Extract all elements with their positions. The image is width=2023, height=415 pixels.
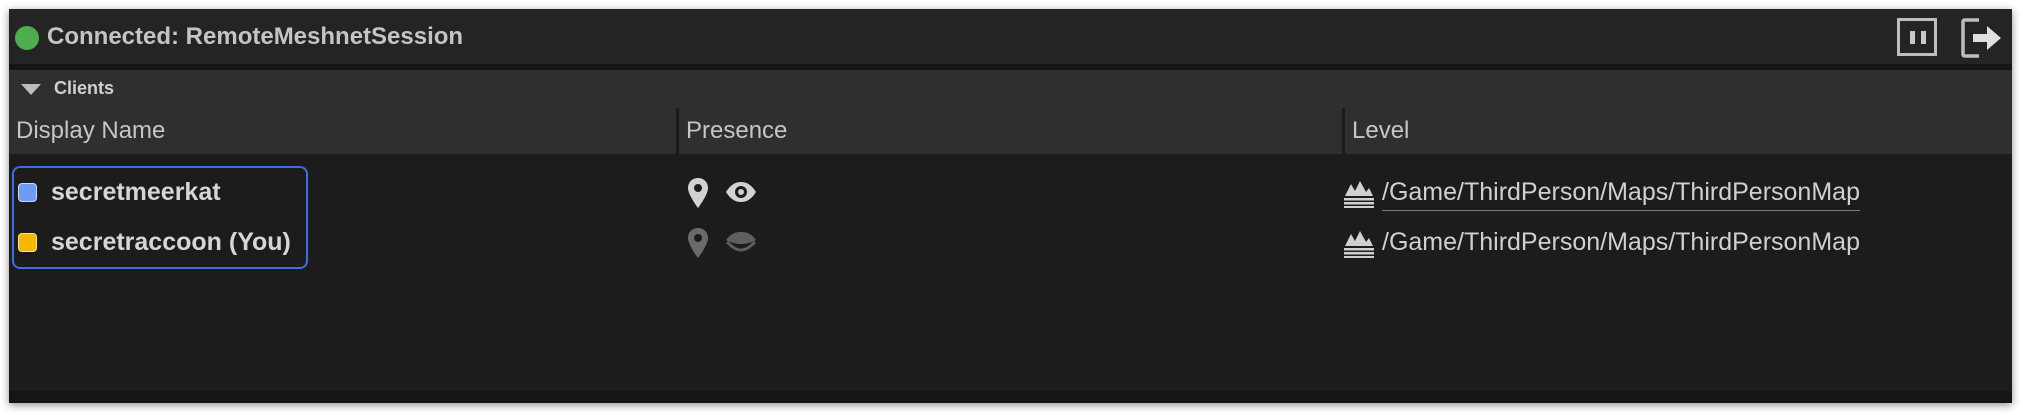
location-pin-icon[interactable] (687, 227, 709, 259)
client-level-link[interactable]: /Game/ThirdPerson/Maps/ThirdPersonMap (1382, 178, 1860, 211)
eye-closed-icon[interactable] (725, 232, 757, 252)
multi-user-session-panel: Connected: RemoteMeshnetSession Clients … (9, 9, 2012, 403)
client-level-link[interactable]: /Game/ThirdPerson/Maps/ThirdPersonMap (1382, 228, 1860, 260)
table-row[interactable]: secretmeerkat /Game/ThirdPerson/Maps/Thi… (9, 168, 2012, 218)
pause-button[interactable] (1897, 18, 1937, 56)
clients-section-header[interactable]: Clients (9, 70, 2012, 108)
connection-status-icon (15, 26, 39, 50)
clients-table-header: Display Name Presence Level (9, 108, 2012, 154)
column-header-presence[interactable]: Presence (679, 108, 1342, 154)
eye-icon[interactable] (725, 181, 757, 203)
column-header-display-name[interactable]: Display Name (9, 108, 676, 154)
client-color-swatch (18, 233, 37, 252)
section-label: Clients (54, 78, 115, 98)
chevron-down-icon (21, 84, 41, 95)
leave-session-button[interactable] (1959, 16, 2005, 60)
level-icon (1344, 181, 1374, 208)
session-title-bar: Connected: RemoteMeshnetSession (9, 9, 2012, 70)
client-display-name: secretmeerkat (51, 178, 221, 206)
location-pin-icon[interactable] (687, 177, 709, 209)
panel-footer (9, 391, 2012, 403)
table-row[interactable]: secretraccoon (You) /Game/ThirdPerson/Ma… (9, 218, 2012, 268)
column-header-level[interactable]: Level (1345, 108, 2012, 154)
session-title: Connected: RemoteMeshnetSession (47, 23, 464, 50)
level-icon (1344, 231, 1374, 258)
client-display-name: secretraccoon (You) (51, 228, 291, 256)
client-color-swatch (18, 183, 37, 202)
leave-session-icon (1961, 18, 2001, 58)
